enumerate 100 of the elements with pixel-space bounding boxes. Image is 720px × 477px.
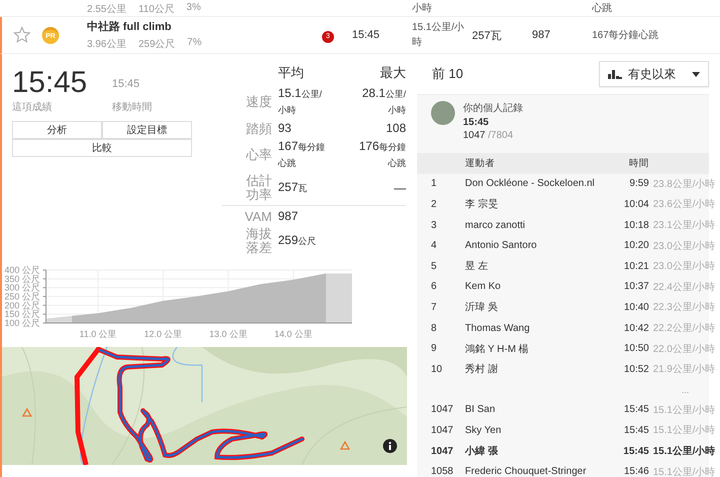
x-tick-label: 13.0 公里 [209,329,248,339]
stat-value: 987 [278,209,300,224]
stat-average: 257瓦 [278,180,308,196]
y-axis [42,270,46,324]
stat-label: 心率 [244,148,272,162]
segment-time: 15:45 [352,29,380,41]
leaderboard-title: 前 10 [432,65,464,83]
stat-maximum: 28.1公里/小時 [361,86,406,117]
column-header: 最大 [379,64,406,82]
time-cell-text: 10:50 [622,343,649,354]
caret-icon [692,72,700,76]
speed-cell-text: 15.1公里/小時 [653,444,716,458]
athlete-name[interactable]: 沂瑋 吳 [465,300,605,314]
rank-cell-text: 1058 [431,466,454,477]
stat-value: 259公尺 [278,233,318,249]
effort-label: 這項成績 [12,100,53,114]
x-tick-label: 12.0 公里 [144,329,182,339]
action-button[interactable]: 比較 [12,139,192,157]
x-tick-label: 11.0 公里 [79,329,117,339]
gap-ellipsis: ... [681,384,689,395]
personal-record-label: 你的個人記錄 [463,102,523,115]
speed-cell-text: 21.9公里/小時 [653,362,716,376]
time-cell-text: 15:45 [622,424,649,436]
speed-cell-text: 23.0公里/小時 [653,240,716,253]
action-button[interactable]: 分析 [12,121,102,139]
speed-cell-text: 22.0公里/小時 [653,342,716,356]
stat-label: 速度 [245,95,272,109]
personal-record-time: 15:45 [463,117,490,128]
star-icon[interactable] [13,26,31,44]
moving-time-label: 移動時間 [112,100,153,114]
time-cell-text: 10:42 [622,322,649,334]
athlete-name[interactable]: 李 宗旻 [465,197,605,212]
athlete-name[interactable]: marco zanotti [465,220,605,231]
y-tick-label: 300 公尺 [4,282,40,293]
y-tick-label: 100 公尺 [4,318,40,328]
speed-cell-text: 22.4公里/小時 [653,280,716,294]
athlete-name[interactable]: 秀村 謝 [465,362,605,376]
y-tick-label: 350 公尺 [4,274,40,284]
rank-cell-text: 7 [431,302,438,313]
column-header: 運動者 [465,156,496,170]
time-cell-text: 10:40 [622,302,649,313]
segment-stat: 2.55公里 [87,3,126,16]
rank-cell-text: 1047 [431,404,454,416]
y-tick-label: 200 公尺 [4,300,40,310]
rank-cell-text: 2 [431,198,438,210]
time-cell-text: 10:37 [622,281,649,292]
athlete-name[interactable]: Thomas Wang [465,322,605,334]
speed-cell-text: 15.1公里/小時 [653,424,716,438]
stat-average: 167每分鐘心跳 [278,139,326,170]
segment-stat: 3.96公里 [87,38,126,51]
time-cell-text: 15:46 [622,466,649,477]
segment-power: 257瓦 [472,30,502,42]
stat-average: 15.1公里/小時 [278,86,323,117]
column-header: 平均 [278,64,305,82]
column-header: 時間 [628,156,649,170]
speed-cell-text: 23.8公里/小時 [653,178,716,191]
rank-cell-text: 3 [431,220,438,231]
stat-maximum: — [393,180,406,196]
personal-record-rank: 1047 [463,130,486,141]
segment-stat: 3% [186,2,201,15]
speed-cell-text: 23.1公里/小時 [653,218,716,232]
time-cell-text: 15:45 [622,404,649,416]
bar-chart-icon [608,70,622,78]
segment-stat: 259公尺 [138,38,176,51]
time-cell-text: 10:18 [622,220,649,231]
rank-cell-text: 4 [431,240,438,252]
segment-speed: 小時 [412,2,433,16]
rank-cell-text: 1047 [431,424,454,436]
segment-speed: 15.1公里/小時 [412,20,466,50]
athlete-name[interactable]: 鴻銘 Y H-M 楊 [465,342,605,356]
athlete-name[interactable]: 昱 左 [465,259,605,274]
athlete-name[interactable]: BI San [465,404,605,416]
stat-average: 93 [278,121,292,136]
time-cell-text: 10:20 [622,240,649,252]
speed-cell-text: 22.3公里/小時 [653,300,716,314]
rank-cell-text: 1047 [431,446,454,457]
time-cell-text: 10:52 [622,364,649,375]
athlete-name[interactable]: Frederic Chouquet-Stringer [465,466,605,477]
athlete-name[interactable]: Sky Yen [465,424,605,436]
rank-cell-text: 6 [431,281,438,292]
speed-cell-text: 22.2公里/小時 [653,322,716,336]
speed-cell-text: 23.6公里/小時 [653,198,716,212]
time-cell-text: 9:59 [628,178,649,190]
x-tick-label: 14.0 公里 [274,329,312,339]
info-icon[interactable] [383,439,397,453]
y-tick-label: 150 公尺 [4,309,40,320]
athlete-name[interactable]: Kem Ko [465,281,605,292]
speed-cell-text: 23.0公里/小時 [653,260,716,274]
stat-label: VAM [244,210,272,224]
athlete-name[interactable]: 小緯 張 [465,444,605,458]
y-tick-label: 250 公尺 [4,292,40,302]
athlete-name[interactable]: Antonio Santoro [465,240,605,252]
time-cell-text: 10:04 [622,198,649,210]
rank-cell-text: 5 [431,260,438,272]
filter-dropdown[interactable]: 有史以來 [599,61,709,87]
speed-cell-text: 15.1公里/小時 [653,466,716,477]
stat-label: 踏頻 [245,122,272,136]
athlete-name[interactable]: Don Ockléone - Sockeloen.nl [465,178,605,190]
segment-name[interactable]: 中社路 full climb [87,19,322,34]
action-button[interactable]: 設定目標 [102,121,192,139]
